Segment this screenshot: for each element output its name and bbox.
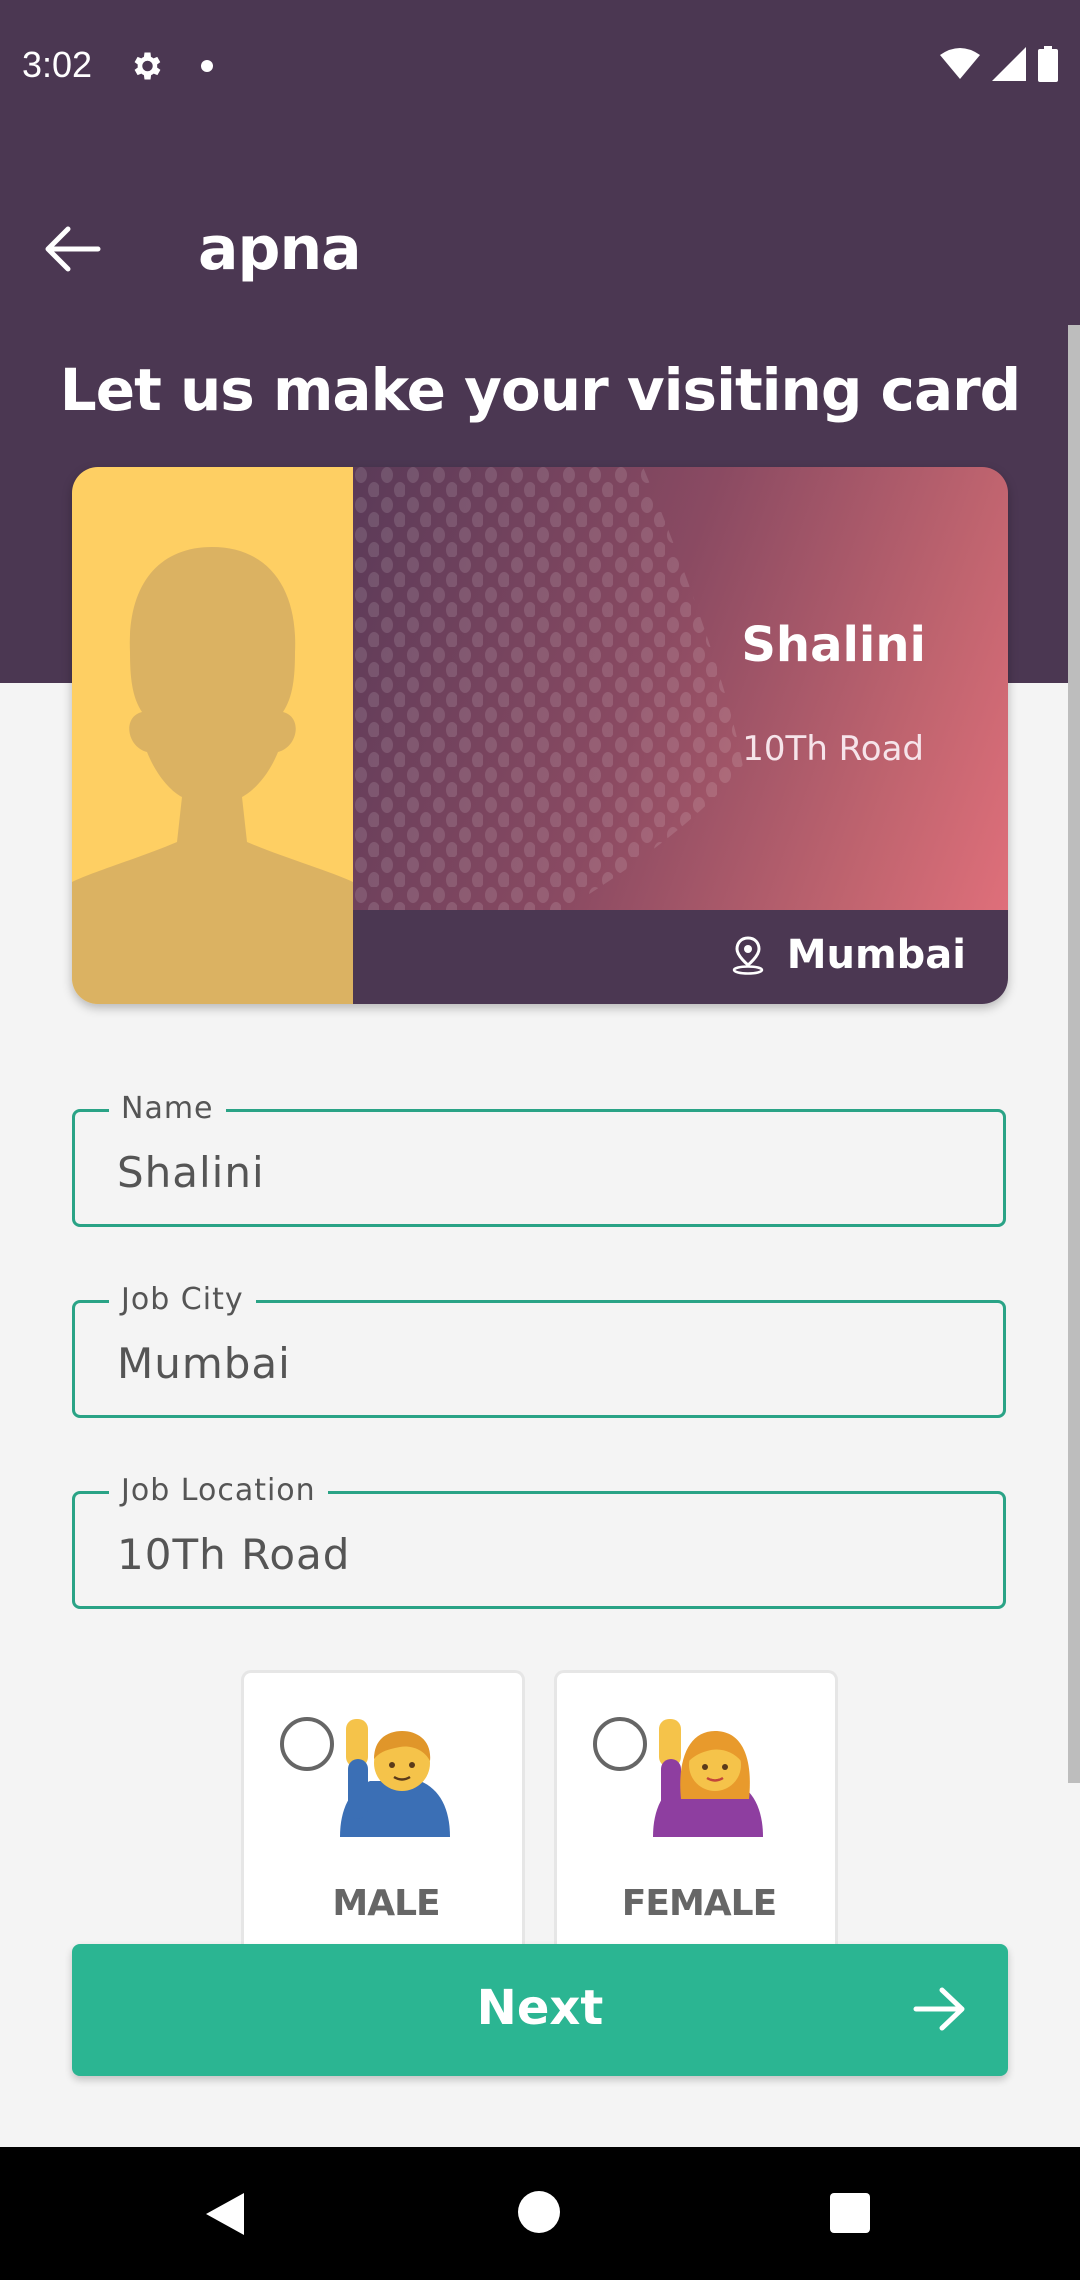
status-icons [940,46,1058,82]
page-title: Let us make your visiting card [59,356,1021,424]
arrow-left-icon[interactable] [40,214,116,284]
cell-signal-icon [992,47,1026,81]
gender-option-female[interactable]: FEMALE [554,1670,838,1960]
scrollbar[interactable] [1068,325,1080,1783]
name-field[interactable]: Name [72,1092,1006,1227]
status-time: 3:02 [22,44,93,85]
status-bar: 3:02 [0,0,1080,135]
nav-home-icon[interactable] [518,2191,560,2233]
card-photo [72,467,353,1004]
woman-raising-hand-emoji [653,1719,763,1837]
card-name: Shalini [741,617,926,673]
card-city-label: Mumbai [786,932,966,978]
gear-icon [134,52,161,80]
wifi-icon [940,48,980,79]
card-city-bar: Mumbai [353,910,1008,1004]
app-title: apna [198,214,362,284]
job-location-field-label: Job Location [109,1474,328,1508]
system-nav-bar [0,2147,1080,2280]
male-label: MALE [332,1883,440,1924]
person-silhouette-icon [72,547,353,1004]
job-city-field-label: Job City [109,1283,256,1317]
job-location-input[interactable] [117,1530,977,1579]
job-city-input[interactable] [117,1339,977,1388]
next-button-label: Next [476,1980,604,2036]
notification-dot [201,60,213,72]
next-button[interactable]: Next [72,1944,1008,2076]
male-radio[interactable] [280,1717,334,1771]
card-city: Mumbai [731,932,966,978]
dot-pattern [353,467,743,910]
nav-back-icon[interactable] [204,2191,246,2237]
arrow-right-icon [913,1987,965,2031]
visiting-card-preview: Shalini 10Th Road Mumbai [72,467,1008,1004]
name-input[interactable] [117,1148,977,1197]
card-location: 10Th Road [742,729,924,769]
job-city-field[interactable]: Job City [72,1283,1006,1418]
gender-option-male[interactable]: MALE [241,1670,525,1960]
card-banner: Shalini 10Th Road [353,467,1008,910]
name-field-label: Name [109,1092,226,1126]
female-radio[interactable] [593,1717,647,1771]
nav-recents-icon[interactable] [830,2193,870,2233]
man-raising-hand-emoji [340,1719,450,1837]
location-pin-icon [732,936,763,975]
female-label: FEMALE [621,1883,777,1924]
job-location-field[interactable]: Job Location [72,1474,1006,1609]
battery-icon [1038,46,1058,82]
